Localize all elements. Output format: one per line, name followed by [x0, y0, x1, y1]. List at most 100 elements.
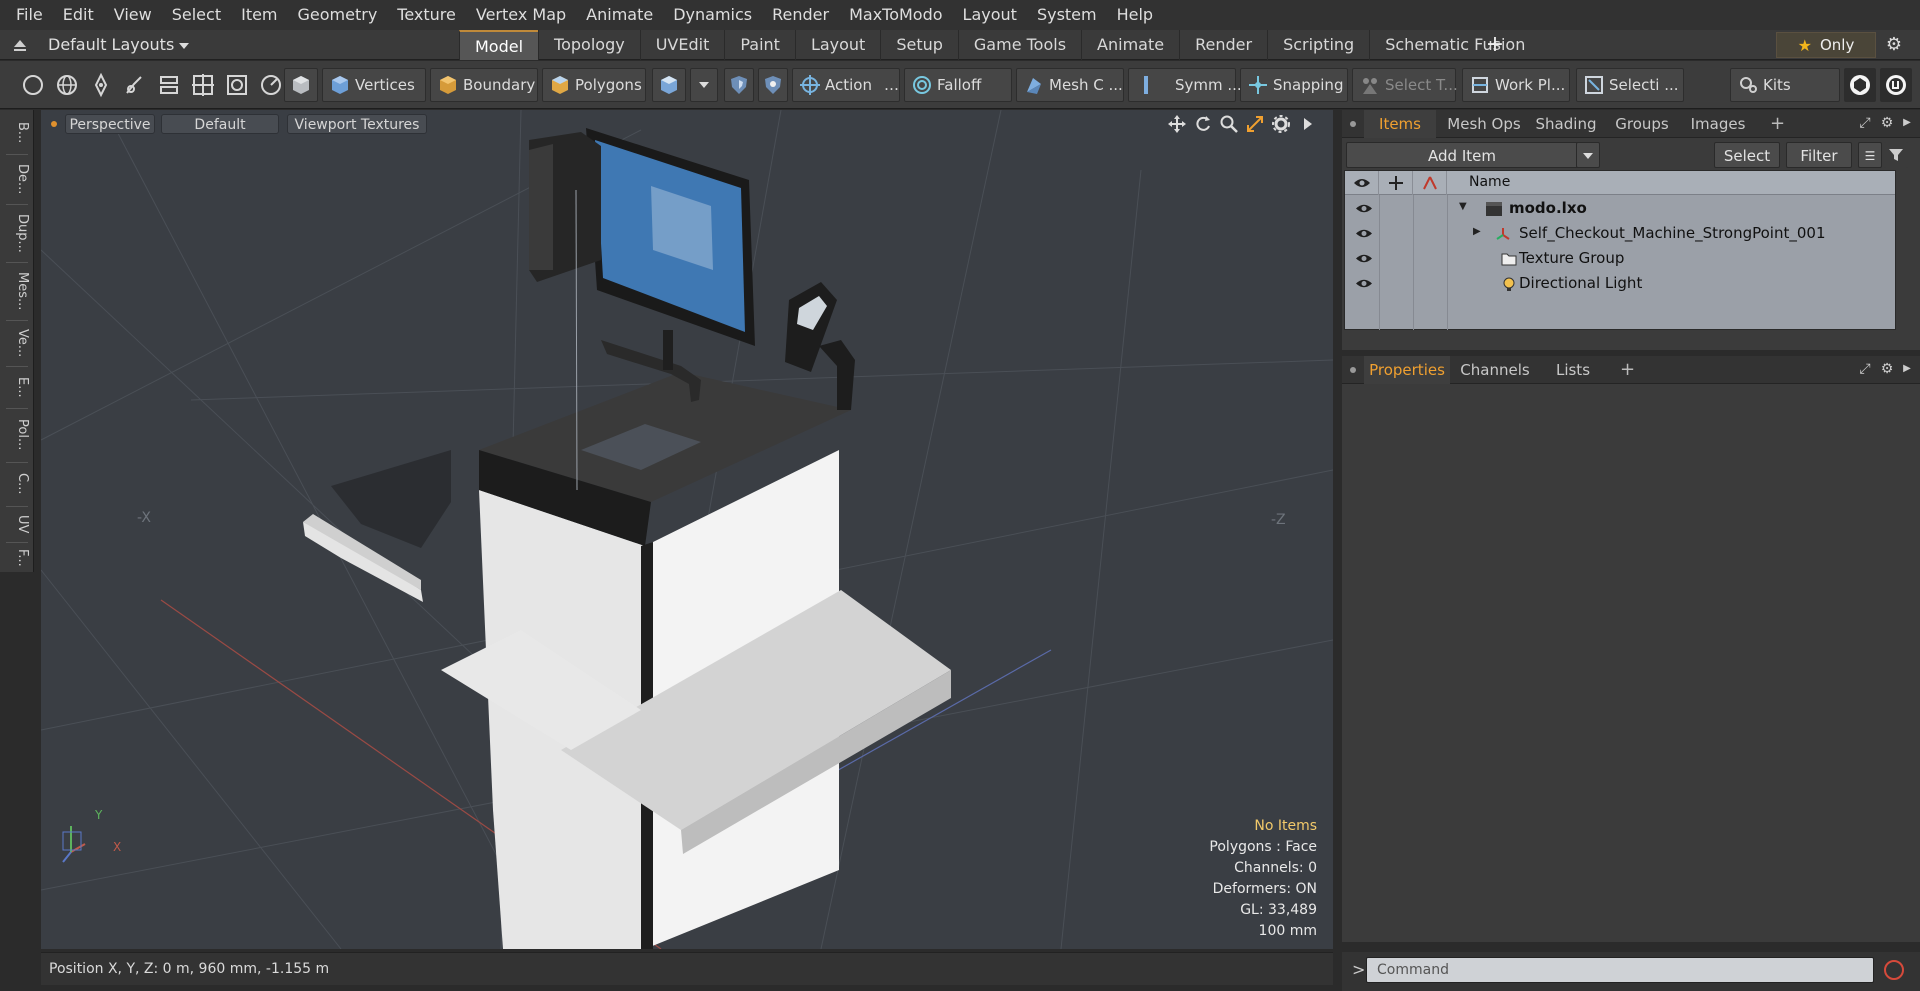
transform-column[interactable]: [1413, 171, 1447, 195]
menu-maxtomodo[interactable]: MaxToModo: [839, 0, 952, 30]
visibility-column[interactable]: [1345, 171, 1379, 195]
polygons-mode-button[interactable]: Polygons: [542, 68, 646, 102]
left-tab-fusion[interactable]: F...: [4, 546, 30, 570]
align-icon[interactable]: [156, 72, 182, 98]
eye-icon[interactable]: [1355, 227, 1373, 240]
menu-system[interactable]: System: [1027, 0, 1107, 30]
left-tab-uv[interactable]: UV: [4, 510, 30, 538]
left-tab-deform[interactable]: De...: [4, 158, 30, 200]
menu-animate[interactable]: Animate: [576, 0, 663, 30]
tab-game-tools[interactable]: Game Tools: [957, 30, 1081, 60]
gear-icon[interactable]: ⚙: [1878, 114, 1896, 132]
menu-file[interactable]: File: [6, 0, 53, 30]
symmetry-shield-button[interactable]: [724, 68, 754, 102]
record-macro-icon[interactable]: [1884, 960, 1904, 980]
mode-dropdown-button[interactable]: [690, 68, 718, 102]
kits-button[interactable]: Kits: [1730, 68, 1840, 102]
tree-row-directional-light[interactable]: Directional Light: [1345, 271, 1895, 296]
selection-sets-button[interactable]: Selecti ...: [1576, 68, 1684, 102]
unity-button[interactable]: [1844, 68, 1876, 102]
gear-icon[interactable]: ⚙: [1878, 360, 1896, 378]
menu-layout[interactable]: Layout: [953, 0, 1027, 30]
command-input[interactable]: Command: [1366, 957, 1874, 983]
left-tab-vertex[interactable]: Ve...: [4, 324, 30, 362]
tab-images[interactable]: Images: [1682, 110, 1754, 138]
filter-funnel-icon[interactable]: [1884, 142, 1908, 168]
left-tab-polygon[interactable]: Pol...: [4, 412, 30, 458]
vertices-mode-button[interactable]: Vertices: [322, 68, 426, 102]
eye-icon[interactable]: [1355, 277, 1373, 290]
tab-mesh-ops[interactable]: Mesh Ops: [1442, 110, 1526, 138]
boundary-mode-button[interactable]: Boundary: [430, 68, 538, 102]
item-tree[interactable]: Name ▼ modo.lxo ▶ Self_Checkout_Machine_…: [1344, 170, 1896, 331]
tab-items[interactable]: Items: [1364, 110, 1436, 138]
tree-row-scene[interactable]: ▼ modo.lxo: [1345, 196, 1895, 221]
viewport-scene[interactable]: [41, 110, 1333, 949]
tree-row-texture-group[interactable]: Texture Group: [1345, 246, 1895, 271]
tab-topology[interactable]: Topology: [538, 30, 640, 60]
frame-icon[interactable]: [224, 72, 250, 98]
viewport-gear-icon[interactable]: [1271, 114, 1291, 134]
menu-help[interactable]: Help: [1107, 0, 1163, 30]
add-item-dropdown[interactable]: [1576, 142, 1600, 168]
left-tab-edge[interactable]: E...: [4, 370, 30, 404]
falloff-button[interactable]: Falloff: [904, 68, 1012, 102]
shading-mode-button[interactable]: Default: [161, 114, 279, 134]
rotate-view-icon[interactable]: [1193, 114, 1213, 134]
tab-paint[interactable]: Paint: [724, 30, 795, 60]
item-mode-button[interactable]: [284, 68, 318, 102]
add-item-button[interactable]: Add Item: [1346, 142, 1578, 168]
zoom-magnifier-icon[interactable]: [1219, 114, 1239, 134]
pan-move-icon[interactable]: [1167, 114, 1187, 134]
menu-select[interactable]: Select: [162, 0, 231, 30]
menu-geometry[interactable]: Geometry: [288, 0, 388, 30]
tab-setup[interactable]: Setup: [880, 30, 958, 60]
tab-shading[interactable]: Shading: [1528, 110, 1604, 138]
material-mode-button[interactable]: [652, 68, 686, 102]
expand-icon[interactable]: ⤢: [1856, 114, 1874, 132]
tab-uvedit[interactable]: UVEdit: [639, 30, 725, 60]
tab-groups[interactable]: Groups: [1606, 110, 1678, 138]
play-arrow-icon[interactable]: ▶: [1898, 114, 1916, 132]
panel-menu-dot[interactable]: [1350, 367, 1356, 373]
tab-render[interactable]: Render: [1179, 30, 1267, 60]
3d-viewport[interactable]: Perspective Default Viewport Textures -X…: [41, 110, 1333, 949]
tab-model[interactable]: Model: [459, 30, 539, 60]
left-tab-basic[interactable]: B...: [4, 116, 30, 150]
expand-arrow-right-icon[interactable]: ▶: [1473, 226, 1481, 237]
snapping-button[interactable]: Snapping: [1240, 68, 1348, 102]
left-tab-curve[interactable]: C...: [4, 466, 30, 502]
tab-properties[interactable]: Properties: [1364, 356, 1450, 384]
only-toggle[interactable]: ★ Only: [1776, 32, 1876, 58]
brush-tool-icon[interactable]: [122, 72, 148, 98]
list-options-icon[interactable]: ☰: [1858, 142, 1882, 168]
rotate-circle-icon[interactable]: [258, 72, 284, 98]
view-mode-button[interactable]: Perspective: [65, 114, 155, 134]
tab-animate[interactable]: Animate: [1081, 30, 1179, 60]
tab-lists[interactable]: Lists: [1540, 356, 1606, 384]
viewport-textures-button[interactable]: Viewport Textures: [287, 114, 427, 134]
menu-view[interactable]: View: [104, 0, 162, 30]
menu-vertex-map[interactable]: Vertex Map: [466, 0, 576, 30]
menu-edit[interactable]: Edit: [53, 0, 104, 30]
pen-tool-icon[interactable]: [88, 72, 114, 98]
symmetry-button[interactable]: Symm ...: [1128, 68, 1242, 102]
tab-layout[interactable]: Layout: [794, 30, 880, 60]
eye-icon[interactable]: [1355, 252, 1373, 265]
add-panel-tab-button[interactable]: +: [1770, 110, 1785, 138]
expand-arrow-down-icon[interactable]: ▼: [1459, 201, 1467, 212]
maximize-view-icon[interactable]: [1245, 114, 1265, 134]
globe-icon[interactable]: [54, 72, 80, 98]
work-plane-button[interactable]: Work Pl...: [1462, 68, 1570, 102]
add-tab-button[interactable]: +: [1484, 30, 1506, 60]
grid-icon[interactable]: [190, 72, 216, 98]
add-panel-tab-button[interactable]: +: [1620, 356, 1635, 384]
unreal-button[interactable]: [1880, 68, 1912, 102]
play-arrow-icon[interactable]: ▶: [1898, 360, 1916, 378]
tree-horizontal-scrollbar[interactable]: [1342, 330, 1894, 348]
play-arrow-icon[interactable]: [1297, 114, 1317, 134]
mesh-constraint-button[interactable]: Mesh C ...: [1016, 68, 1124, 102]
name-column-header[interactable]: Name: [1469, 174, 1510, 190]
menu-texture[interactable]: Texture: [387, 0, 466, 30]
filter-button[interactable]: Filter: [1786, 142, 1852, 168]
